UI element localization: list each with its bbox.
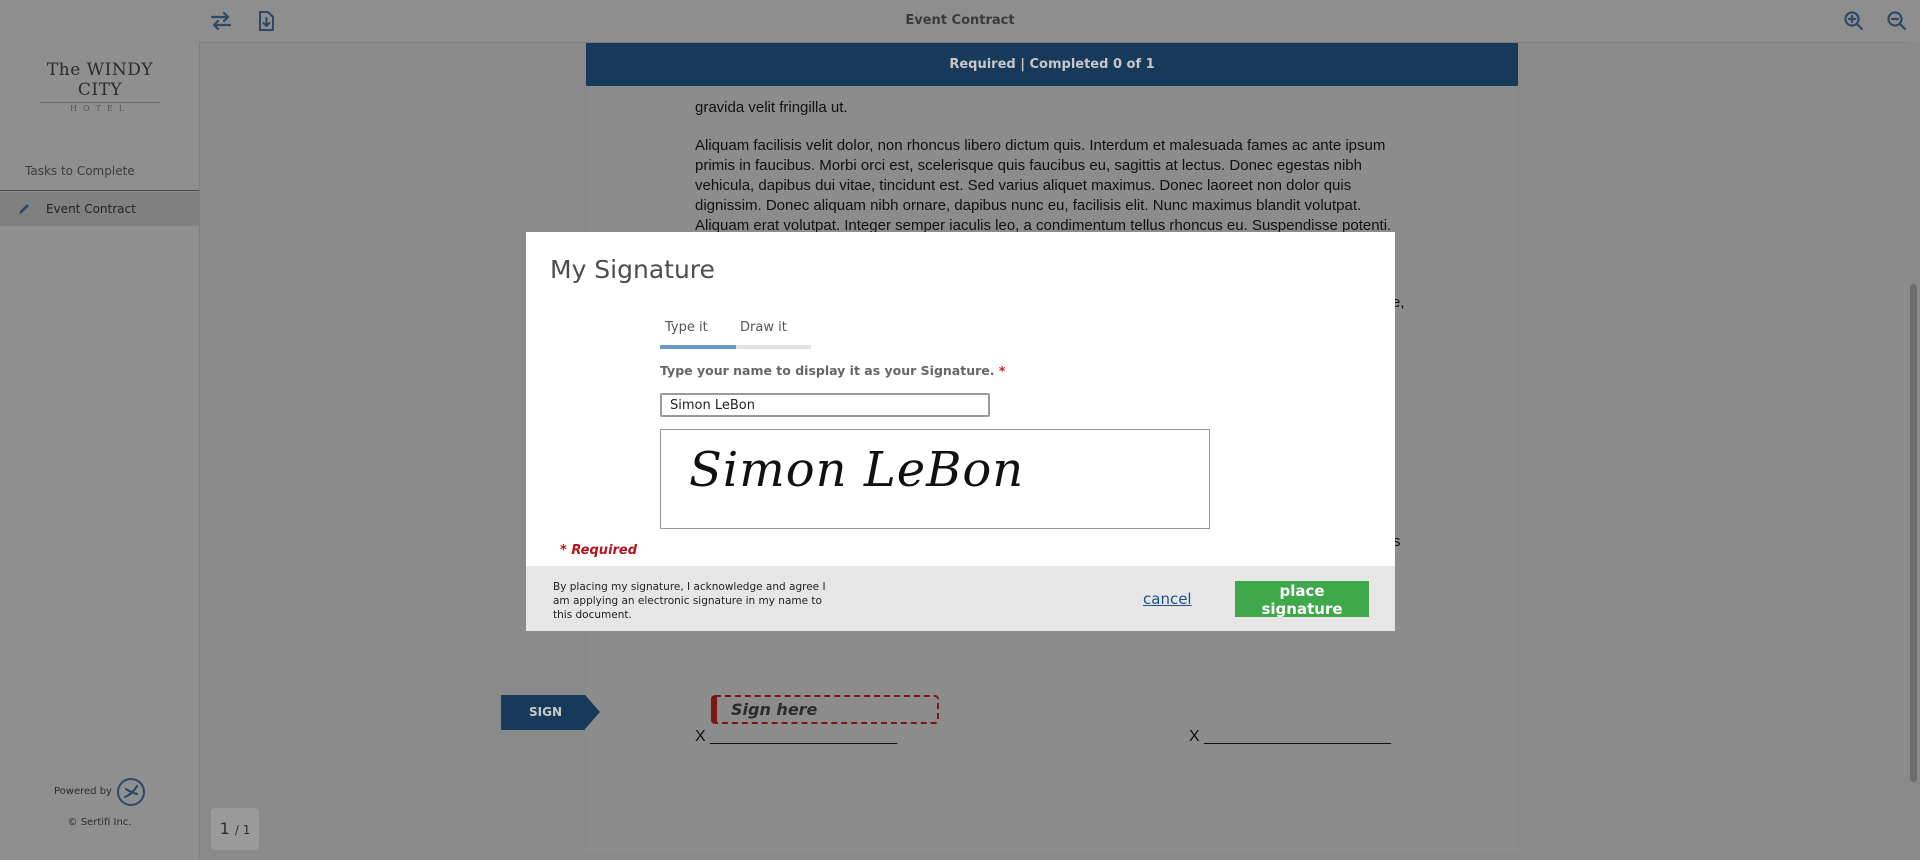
signature-preview-text: Simon LeBon	[689, 442, 1025, 498]
document-paragraph: gravida velit fringilla ut.	[695, 99, 848, 116]
divider	[0, 190, 199, 191]
sidebar: The WINDY CITY HOTEL Tasks to Complete E…	[0, 42, 200, 860]
sertifi-logo-icon	[116, 777, 146, 807]
sidebar-item-event-contract[interactable]: Event Contract	[0, 192, 199, 226]
document-paragraph: Aliquam facilisis velit dolor, non rhonc…	[695, 137, 1392, 234]
cancel-link[interactable]: cancel	[1143, 590, 1192, 608]
scrollbar[interactable]	[1906, 42, 1920, 860]
pencil-icon	[17, 201, 31, 215]
signature-preview: Simon LeBon	[660, 429, 1210, 529]
place-signature-button[interactable]: place signature	[1235, 581, 1369, 618]
zoom-out-icon[interactable]	[1884, 8, 1910, 34]
hotel-logo: The WINDY CITY HOTEL	[30, 60, 170, 113]
acknowledgement-text: By placing my signature, I acknowledge a…	[553, 581, 826, 621]
dialog-title: My Signature	[550, 255, 715, 284]
document-title: Event Contract	[905, 13, 1015, 28]
required-note: * Required	[560, 543, 638, 558]
scrollbar-thumb[interactable]	[1910, 284, 1917, 782]
dialog-footer: By placing my signature, I acknowledge a…	[526, 566, 1395, 631]
tab-active-indicator	[660, 345, 736, 349]
total-pages: / 1	[234, 823, 251, 837]
current-page: 1	[219, 819, 230, 838]
sign-here-field[interactable]: Sign here	[711, 695, 939, 724]
completion-banner: Required | Completed 0 of 1	[586, 43, 1518, 86]
signature-line-left: X _____________________	[695, 728, 897, 745]
copyright-label: © Sertifi Inc.	[67, 817, 132, 828]
tasks-to-complete-label: Tasks to Complete	[25, 164, 135, 178]
signature-line-right: X _____________________	[1189, 728, 1391, 745]
page-counter: 1 / 1	[211, 808, 259, 850]
sidebar-item-label: Event Contract	[46, 202, 136, 216]
signature-dialog: My Signature Type it Draw it Type your n…	[526, 232, 1395, 631]
top-toolbar: Event Contract	[0, 0, 1920, 43]
signature-name-label: Type your name to display it as your Sig…	[660, 363, 1006, 378]
sign-tag[interactable]: SIGN	[501, 695, 600, 730]
powered-by-label: Powered by	[54, 786, 112, 797]
zoom-in-icon[interactable]	[1841, 8, 1867, 34]
signature-name-input[interactable]	[660, 393, 990, 417]
tab-draw-it[interactable]: Draw it	[740, 320, 787, 335]
tab-type-it[interactable]: Type it	[665, 320, 708, 335]
